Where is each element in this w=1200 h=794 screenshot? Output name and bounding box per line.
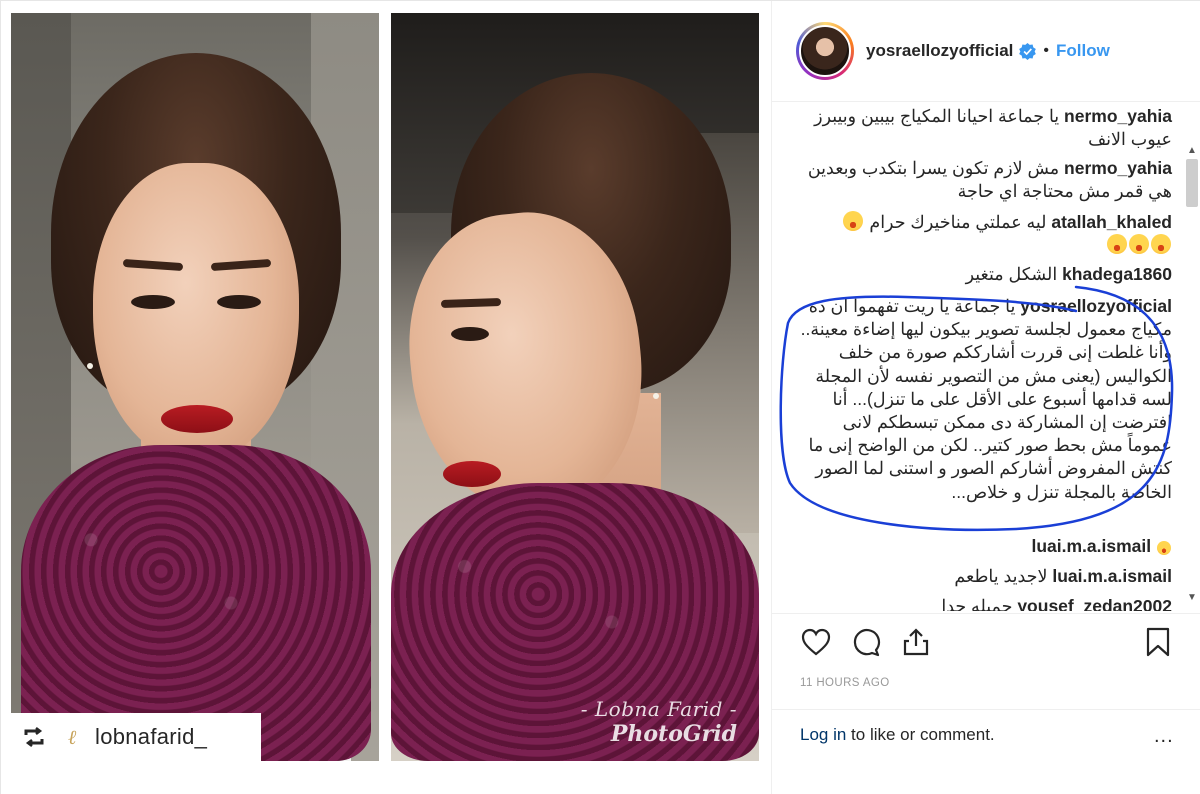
laughing-emoji-icon bbox=[1107, 234, 1127, 254]
share-icon[interactable] bbox=[900, 626, 932, 658]
regram-username[interactable]: lobnafarid_ bbox=[95, 724, 207, 750]
comment-icon[interactable] bbox=[850, 626, 882, 658]
comment-text: لاجديد ياطعم bbox=[954, 566, 1048, 586]
photo-left bbox=[11, 13, 379, 761]
comments-scrollbar[interactable]: ▲ ▼ bbox=[1183, 141, 1200, 606]
laughing-emoji-icon bbox=[843, 211, 864, 231]
comment-username[interactable]: yousef_zedan2002 bbox=[1017, 596, 1172, 611]
emoji-icon bbox=[1157, 541, 1171, 555]
regram-icon bbox=[23, 726, 45, 748]
login-prompt-text: to like or comment. bbox=[846, 725, 995, 744]
comment: atallah_khaled ليه عملتي مناخيرك حرام bbox=[800, 211, 1172, 257]
photogrid-watermark: - Lobna Farid - PhotoGrid bbox=[581, 697, 737, 747]
bookmark-icon[interactable] bbox=[1142, 626, 1174, 658]
login-link[interactable]: Log in bbox=[800, 725, 846, 744]
post-media[interactable]: - Lobna Farid - PhotoGrid ℓ lobnafarid_ bbox=[1, 1, 771, 794]
action-bar bbox=[772, 613, 1200, 664]
regram-credit[interactable]: ℓ lobnafarid_ bbox=[11, 713, 261, 761]
comment-username[interactable]: nermo_yahia bbox=[1064, 158, 1172, 178]
verified-badge-icon bbox=[1019, 42, 1037, 60]
comment: nermo_yahia مش لازم تكون يسرا بتكدب وبعد… bbox=[800, 157, 1172, 203]
login-divider bbox=[772, 709, 1200, 710]
scrollbar-thumb[interactable] bbox=[1186, 159, 1198, 207]
comment-text: الشكل متغير bbox=[965, 264, 1058, 284]
header-username[interactable]: yosraellozyofficial bbox=[866, 41, 1013, 61]
heart-icon[interactable] bbox=[800, 626, 832, 658]
comment: luai.m.a.ismail لاجديد ياطعم bbox=[800, 565, 1172, 588]
scroll-up-icon[interactable]: ▲ bbox=[1183, 141, 1200, 159]
comment: nermo_yahia يا جماعة احيانا المكياج بيبي… bbox=[800, 105, 1172, 151]
avatar[interactable] bbox=[796, 22, 854, 80]
more-options-button[interactable]: ... bbox=[1154, 725, 1184, 747]
comment: luai.m.a.ismail bbox=[800, 535, 1172, 558]
post-header: yosraellozyofficial • Follow bbox=[772, 1, 1200, 101]
annotation-circle bbox=[779, 285, 1174, 532]
header-separator: • bbox=[1043, 42, 1049, 59]
comment-text: ليه عملتي مناخيرك حرام bbox=[869, 212, 1047, 232]
comment-text: جميله جدا bbox=[941, 596, 1013, 611]
regram-logo: ℓ bbox=[67, 724, 77, 749]
comment-username[interactable]: khadega1860 bbox=[1062, 264, 1172, 284]
scroll-down-icon[interactable]: ▼ bbox=[1183, 588, 1200, 606]
watermark-app: PhotoGrid bbox=[610, 721, 737, 747]
login-prompt: Log in to like or comment. bbox=[800, 725, 995, 745]
photo-right: - Lobna Farid - PhotoGrid bbox=[391, 13, 759, 761]
laughing-emoji-icon bbox=[1129, 234, 1149, 254]
follow-button[interactable]: Follow bbox=[1056, 41, 1110, 61]
comment-username[interactable]: nermo_yahia bbox=[1064, 106, 1172, 126]
comment-username[interactable]: luai.m.a.ismail bbox=[1052, 566, 1172, 586]
watermark-name: - Lobna Farid - bbox=[580, 697, 737, 721]
comment-username[interactable]: atallah_khaled bbox=[1051, 212, 1172, 232]
laughing-emoji-icon bbox=[1151, 234, 1171, 254]
comment-username[interactable]: luai.m.a.ismail bbox=[1031, 536, 1151, 556]
comment: yousef_zedan2002 جميله جدا bbox=[800, 595, 1172, 611]
post-timestamp: 11 HOURS AGO bbox=[800, 677, 890, 689]
instagram-post: - Lobna Farid - PhotoGrid ℓ lobnafarid_ … bbox=[0, 0, 1200, 794]
